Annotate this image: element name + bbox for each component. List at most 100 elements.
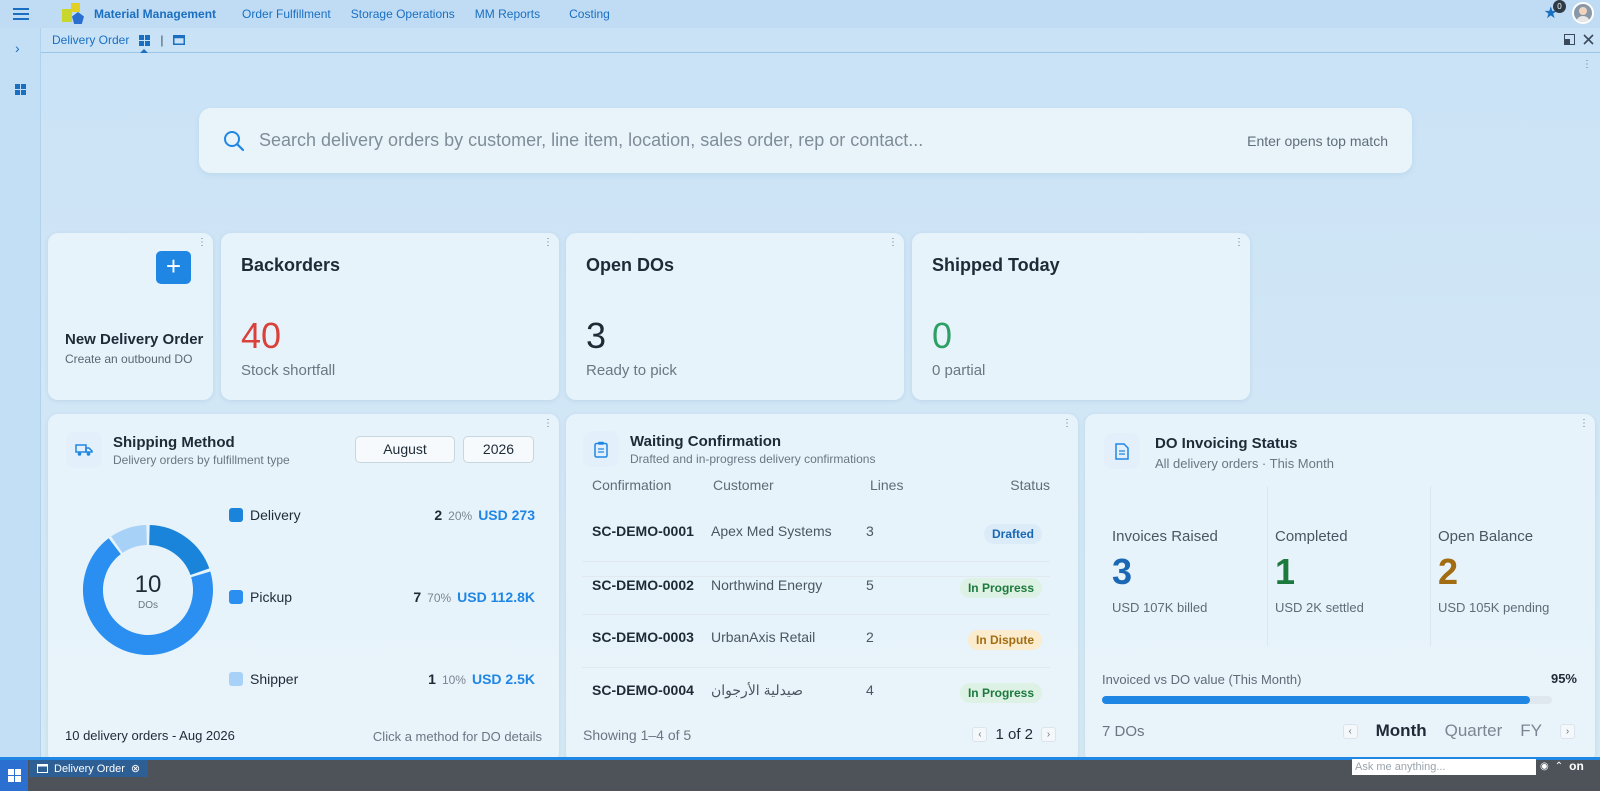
stat-open-balance[interactable]: Open Balance 2 USD 105K pending [1428,486,1588,646]
search-icon [224,130,245,151]
legend-values-shipper[interactable]: 1 10% USD 2.5K [428,671,535,687]
next-page-button[interactable]: › [1041,727,1056,742]
method-count: 7 [413,589,422,605]
shipping-method-card: ⋮ Shipping Method Delivery orders by ful… [48,414,559,763]
search-bar[interactable]: Search delivery orders by customer, line… [199,108,1412,173]
card-options-icon[interactable]: ⋮ [1234,238,1244,248]
shipping-title: Shipping Method [113,434,235,451]
legend-shipper[interactable]: Shipper [250,671,298,687]
page-indicator: 1 of 2 [995,726,1033,743]
line-count: 4 [866,682,874,698]
user-avatar[interactable] [1572,2,1594,24]
row-divider [582,667,1050,668]
top-app-bar: Material Management Order Fulfillment St… [0,0,1600,28]
window-view-icon[interactable] [173,35,186,45]
table-row[interactable]: SC-DEMO-0001 Apex Med Systems 3 Drafted [582,523,1050,575]
stat-invoices-raised[interactable]: Invoices Raised 3 USD 107K billed [1102,486,1262,646]
card-options-icon[interactable]: ⋮ [1062,419,1072,429]
legend-pickup[interactable]: Pickup [250,589,292,605]
status-icon[interactable]: on [1569,759,1584,773]
prev-page-button[interactable]: ‹ [972,727,988,742]
line-count: 2 [866,629,874,645]
tray-icons: ◉ ⌃ on [1540,759,1584,773]
period-tab-month[interactable]: Month [1376,721,1427,741]
assistant-icon[interactable]: ◉ [1540,761,1549,772]
legend-values-delivery[interactable]: 2 20% USD 273 [434,507,535,523]
search-input[interactable]: Search delivery orders by customer, line… [259,130,1247,151]
confirmation-id[interactable]: SC-DEMO-0001 [592,523,694,539]
card-options-icon[interactable]: ⋮ [543,419,553,429]
collapse-view-icon[interactable] [1564,32,1575,50]
kpi-value: 0 [932,315,953,356]
legend-values-pickup[interactable]: 7 70% USD 112.8K [413,589,535,605]
method-percent: 10% [441,673,466,687]
kpi-card-shipped-today[interactable]: ⋮ Shipped Today 0 0 partial [912,233,1250,400]
hamburger-menu-icon[interactable] [0,0,42,28]
period-tab-fy[interactable]: FY [1520,721,1542,741]
donut-total-label: DOs [138,600,158,611]
line-count: 5 [866,577,874,593]
prev-period-button[interactable]: ‹ [1342,723,1358,739]
ask-input[interactable]: Ask me anything... [1352,759,1536,775]
nav-order-fulfillment[interactable]: Order Fulfillment [242,7,331,21]
table-row[interactable]: SC-DEMO-0003 UrbanAxis Retail 2 In Dispu… [582,629,1050,681]
invoicing-title: DO Invoicing Status [1155,435,1298,452]
confirmation-id[interactable]: SC-DEMO-0004 [592,682,694,698]
close-circle-icon[interactable]: ⊗ [131,762,140,775]
start-menu-icon[interactable] [0,760,28,791]
period-tab-quarter[interactable]: Quarter [1445,721,1503,741]
kpi-card-backorders[interactable]: ⋮ Backorders 40 Stock shortfall [221,233,559,400]
invoiced-bar-label: Invoiced vs DO value (This Month) [1102,672,1302,687]
stat-value: 2 [1438,551,1459,592]
kpi-value: 3 [586,315,607,356]
page-options-icon[interactable]: ⋮ [1582,60,1592,70]
next-period-button[interactable]: › [1560,723,1575,739]
invoiced-progress-fill [1102,696,1530,704]
tab-delivery-order[interactable]: Delivery Order [52,33,129,47]
dashboard-grid-icon[interactable] [15,82,26,100]
add-delivery-order-button[interactable]: + [156,251,191,284]
stat-subtext: USD 105K pending [1438,600,1550,615]
confirmation-id[interactable]: SC-DEMO-0002 [592,577,694,593]
new-do-title: New Delivery Order [65,331,204,348]
year-select[interactable]: 2026 [463,436,534,463]
tray-chevron-up-icon[interactable]: ⌃ [1555,761,1563,772]
confirmation-id[interactable]: SC-DEMO-0003 [592,629,694,645]
chevron-right-icon[interactable]: › [15,40,20,56]
col-header-confirmation[interactable]: Confirmation [592,477,671,493]
shipping-subtitle: Delivery orders by fulfillment type [113,453,290,467]
tab-separator: | [160,33,164,47]
taskbar-item-delivery-order[interactable]: Delivery Order ⊗ [29,760,149,777]
card-options-icon[interactable]: ⋮ [888,238,898,248]
taskbar-item-label: Delivery Order [54,762,125,775]
document-icon [1104,433,1140,469]
col-header-customer[interactable]: Customer [713,477,774,493]
favorites-star-icon[interactable]: ★ 0 [1544,0,1566,23]
showing-range: Showing 1–4 of 5 [583,727,692,743]
card-options-icon[interactable]: ⋮ [1579,419,1589,429]
app-name[interactable]: Material Management [94,7,216,21]
stat-value: 3 [1112,551,1133,592]
nav-storage-operations[interactable]: Storage Operations [351,7,455,21]
col-header-status[interactable]: Status [1010,477,1050,493]
close-tab-icon[interactable] [1583,32,1594,50]
kpi-title: Open DOs [586,255,675,275]
clipboard-icon [583,431,619,467]
table-row[interactable]: SC-DEMO-0002 Northwind Energy 5 In Progr… [582,576,1050,628]
legend-delivery[interactable]: Delivery [250,507,301,523]
legend-swatch-delivery [229,508,243,522]
card-options-icon[interactable]: ⋮ [543,238,553,248]
stat-completed[interactable]: Completed 1 USD 2K settled [1265,486,1425,646]
dashboard-view-icon[interactable] [139,34,151,46]
new-do-subtitle: Create an outbound DO [65,352,193,366]
month-select[interactable]: August [355,436,455,463]
nav-costing[interactable]: Costing [569,7,610,21]
nav-mm-reports[interactable]: MM Reports [475,7,540,21]
card-options-icon[interactable]: ⋮ [197,238,207,248]
col-header-lines[interactable]: Lines [870,477,903,493]
kpi-title: Shipped Today [932,255,1060,275]
kpi-card-open-dos[interactable]: ⋮ Open DOs 3 Ready to pick [566,233,904,400]
new-delivery-order-card[interactable]: ⋮ + New Delivery Order Create an outboun… [48,233,213,400]
stat-label: Invoices Raised [1112,528,1218,545]
kpi-subtitle: Stock shortfall [241,362,336,379]
